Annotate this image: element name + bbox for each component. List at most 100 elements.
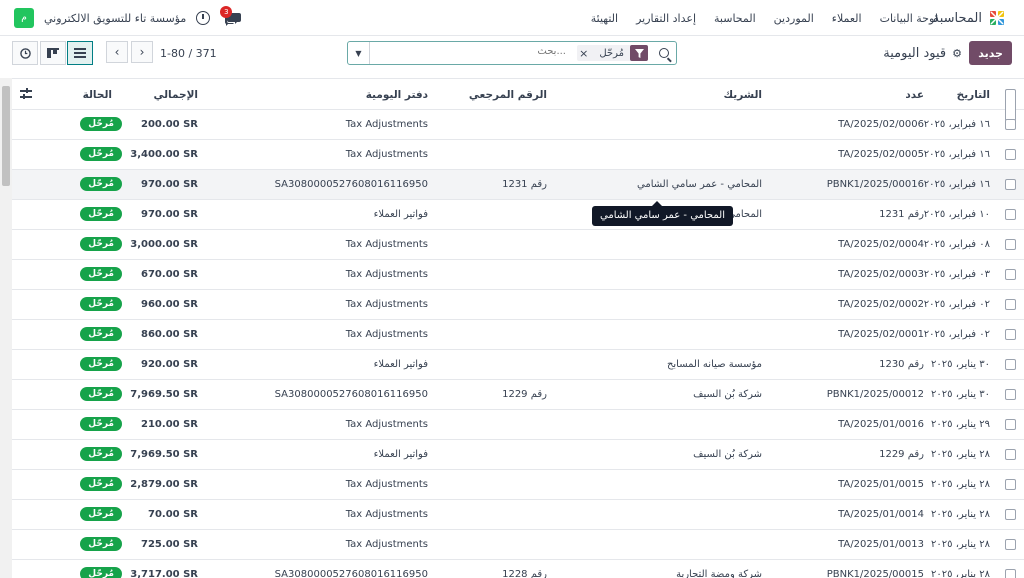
company-switcher[interactable]: مؤسسة تاء للتسويق الالكتروني <box>44 12 186 25</box>
activity-clock-icon[interactable] <box>196 11 211 25</box>
table-row[interactable]: ٠٣ فبراير، ٢٠٢٥ TA/2025/02/0003 Tax Adjust… <box>12 260 1024 290</box>
pager-previous-button[interactable]: ‹ <box>106 41 128 63</box>
header-date[interactable]: التاريخ <box>957 79 990 111</box>
partner-tooltip: المحامي - عمر سامي الشامي <box>592 201 733 226</box>
row-checkbox[interactable] <box>1005 239 1016 250</box>
activity-view-button[interactable] <box>12 41 38 65</box>
row-checkbox[interactable] <box>1005 209 1016 220</box>
list-view-button[interactable] <box>67 41 93 65</box>
cell-status: مُرحّل <box>80 177 122 191</box>
messaging-button[interactable]: 3 <box>220 6 242 27</box>
user-avatar[interactable]: م <box>14 8 34 28</box>
search-bar: × مُرحّل ▼ <box>347 41 677 65</box>
table-row[interactable]: ٢٨ يناير، ٢٠٢٥ PBNK1/2025/00015 شركة ومضة … <box>12 560 1024 578</box>
header-reference[interactable]: الرقم المرجعي <box>469 79 547 111</box>
row-checkbox[interactable] <box>1005 329 1016 340</box>
row-checkbox[interactable] <box>1005 269 1016 280</box>
vertical-scrollbar[interactable] <box>0 78 12 578</box>
gear-icon[interactable]: ⚙ <box>952 47 962 60</box>
row-checkbox[interactable] <box>1005 299 1016 310</box>
row-checkbox[interactable] <box>1005 419 1016 430</box>
menu-reporting[interactable]: إعداد التقارير <box>636 12 696 25</box>
header-status[interactable]: الحالة <box>83 79 112 111</box>
table-row[interactable]: ٠٢ فبراير، ٢٠٢٥ TA/2025/02/0002 Tax Adjust… <box>12 290 1024 320</box>
cell-status: مُرحّل <box>80 357 122 371</box>
row-checkbox[interactable] <box>1005 389 1016 400</box>
status-badge: مُرحّل <box>80 357 122 371</box>
cell-status: مُرحّل <box>80 417 122 431</box>
table-row[interactable]: ٠٨ فبراير، ٢٠٢٥ TA/2025/02/0004 Tax Adjust… <box>12 230 1024 260</box>
table-row[interactable]: ١٠ فبراير، ٢٠٢٥ رقم 1231 المحامي فواتير الع… <box>12 200 1024 230</box>
menu-customers[interactable]: العملاء <box>832 12 862 25</box>
cell-date: ١٠ فبراير، ٢٠٢٥ <box>923 209 990 220</box>
cell-status: مُرحّل <box>80 297 122 311</box>
new-button[interactable]: جديد <box>969 41 1012 65</box>
cell-total: 7,969.50 SR <box>130 449 198 460</box>
kanban-view-button[interactable] <box>40 41 66 65</box>
cell-partner: المحامي - عمر سامي الشامي <box>637 179 762 190</box>
table-row[interactable]: ٠٢ فبراير، ٢٠٢٥ TA/2025/02/0001 Tax Adjust… <box>12 320 1024 350</box>
cell-partner: شركة بُن السيف <box>693 389 762 400</box>
cell-number: PBNK1/2025/00015 <box>826 569 924 578</box>
cell-number: رقم 1230 <box>879 359 924 370</box>
chevron-down-icon[interactable]: ▼ <box>348 42 370 64</box>
cell-status: مُرحّل <box>80 267 122 281</box>
menu-vendors[interactable]: الموردين <box>774 12 814 25</box>
status-badge: مُرحّل <box>80 147 122 161</box>
menu-dashboard[interactable]: لوحة البيانات <box>880 12 938 25</box>
menu-configuration[interactable]: التهيئة <box>591 12 618 25</box>
cell-reference: رقم 1231 <box>502 179 547 190</box>
header-journal[interactable]: دفتر اليومية <box>366 79 428 111</box>
cell-journal: SA3080000527608016116950 <box>274 389 428 400</box>
cell-status: مُرحّل <box>80 237 122 251</box>
status-badge: مُرحّل <box>80 537 122 551</box>
table-row[interactable]: ١٦ فبراير، ٢٠٢٥ TA/2025/02/0005 Tax Adjust… <box>12 140 1024 170</box>
table-row[interactable]: ٣٠ يناير، ٢٠٢٥ رقم 1230 مؤسسة صيانه المساب… <box>12 350 1024 380</box>
scrollbar-thumb[interactable] <box>2 86 10 186</box>
row-checkbox[interactable] <box>1005 149 1016 160</box>
cell-status: مُرحّل <box>80 567 122 578</box>
table-row[interactable]: ٢٨ يناير، ٢٠٢٥ TA/2025/01/0015 Tax Adjustm… <box>12 470 1024 500</box>
facet-label: مُرحّل <box>599 47 624 59</box>
table-row[interactable]: ١٦ فبراير، ٢٠٢٥ PBNK1/2025/00016 المحامي -… <box>12 170 1024 200</box>
row-checkbox[interactable] <box>1005 569 1016 578</box>
search-input[interactable] <box>486 46 566 57</box>
cell-total: 3,000.00 SR <box>130 239 198 250</box>
cell-total: 70.00 SR <box>147 509 198 520</box>
chevron-left-icon: ‹ <box>114 45 120 59</box>
cell-status: مُرحّل <box>80 387 122 401</box>
row-checkbox[interactable] <box>1005 539 1016 550</box>
facet-remove-icon[interactable]: × <box>577 47 593 60</box>
cell-status: مُرحّل <box>80 507 122 521</box>
menu-accounting[interactable]: المحاسبة <box>714 12 756 25</box>
row-checkbox[interactable] <box>1005 179 1016 190</box>
table-row[interactable]: ١٦ فبراير، ٢٠٢٥ TA/2025/02/0006 Tax Adjust… <box>12 110 1024 140</box>
cell-status: مُرحّل <box>80 327 122 341</box>
status-badge: مُرحّل <box>80 507 122 521</box>
cell-number: TA/2025/02/0004 <box>838 239 924 250</box>
status-badge: مُرحّل <box>80 177 122 191</box>
row-checkbox[interactable] <box>1005 449 1016 460</box>
status-badge: مُرحّل <box>80 477 122 491</box>
row-checkbox[interactable] <box>1005 509 1016 520</box>
cell-journal: Tax Adjustments <box>345 299 428 310</box>
header-total[interactable]: الإجمالي <box>153 79 198 111</box>
header-number[interactable]: عدد <box>905 79 924 111</box>
pager-value[interactable]: 1-80 / 371 <box>160 41 217 65</box>
table-row[interactable]: ٢٨ يناير، ٢٠٢٥ رقم 1229 شركة بُن السيف فوات… <box>12 440 1024 470</box>
table-row[interactable]: ٣٠ يناير، ٢٠٢٥ PBNK1/2025/00012 شركة بُن ا… <box>12 380 1024 410</box>
cell-reference: رقم 1229 <box>502 389 547 400</box>
row-checkbox[interactable] <box>1005 119 1016 130</box>
cell-total: 2,879.00 SR <box>130 479 198 490</box>
app-brand[interactable]: المحاسبة <box>933 0 1006 36</box>
pager-next-button[interactable]: › <box>131 41 153 63</box>
cell-total: 920.00 SR <box>141 359 198 370</box>
table-row[interactable]: ٢٩ يناير، ٢٠٢٥ TA/2025/01/0016 Tax Adjustm… <box>12 410 1024 440</box>
row-checkbox[interactable] <box>1005 359 1016 370</box>
row-checkbox[interactable] <box>1005 479 1016 490</box>
cell-status: مُرحّل <box>80 477 122 491</box>
header-partner[interactable]: الشريك <box>724 79 762 111</box>
table-row[interactable]: ٢٨ يناير، ٢٠٢٥ TA/2025/01/0013 Tax Adjustm… <box>12 530 1024 560</box>
search-icon[interactable] <box>652 42 676 64</box>
table-row[interactable]: ٢٨ يناير، ٢٠٢٥ TA/2025/01/0014 Tax Adjustm… <box>12 500 1024 530</box>
